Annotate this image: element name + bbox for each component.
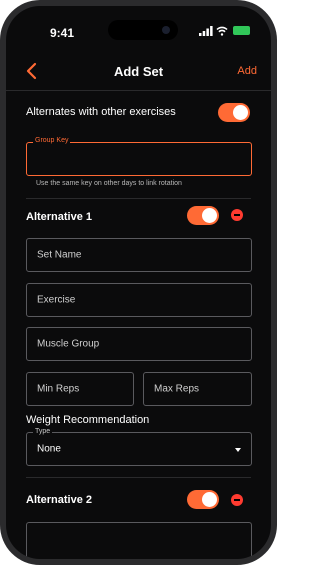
muscle-group-input[interactable]: Muscle Group bbox=[26, 327, 252, 361]
alternates-toggle[interactable] bbox=[218, 103, 250, 122]
battery-icon bbox=[233, 26, 250, 35]
toggle-knob bbox=[233, 105, 248, 120]
status-bar: 9:41 bbox=[6, 6, 271, 46]
camera-icon bbox=[162, 26, 170, 34]
max-reps-input[interactable]: Max Reps bbox=[143, 372, 252, 406]
section-divider bbox=[26, 477, 251, 478]
remove-alternative-2-icon[interactable] bbox=[231, 494, 243, 506]
toggle-knob bbox=[202, 492, 217, 507]
phone-frame: 9:41 Add Set Add Alternates with other e… bbox=[0, 0, 277, 565]
alternative-1-title: Alternative 1 bbox=[26, 211, 93, 223]
remove-alternative-1-icon[interactable] bbox=[231, 209, 243, 221]
alternates-label: Alternates with other exercises bbox=[26, 106, 176, 118]
section-divider bbox=[26, 198, 251, 199]
group-key-legend: Group Key bbox=[33, 137, 71, 144]
toggle-knob bbox=[202, 208, 217, 223]
exercise-placeholder: Exercise bbox=[37, 294, 76, 306]
exercise-input[interactable]: Exercise bbox=[26, 283, 252, 317]
navigation-bar: Add Set Add bbox=[6, 58, 271, 88]
max-reps-placeholder: Max Reps bbox=[154, 383, 200, 395]
set-name-placeholder: Set Name bbox=[37, 249, 82, 261]
page-title: Add Set bbox=[113, 64, 164, 79]
alternative-2-toggle[interactable] bbox=[187, 490, 219, 509]
type-legend: Type bbox=[33, 428, 53, 435]
set-name-input[interactable]: Set Name bbox=[26, 238, 252, 272]
weight-type-select[interactable]: None bbox=[26, 432, 252, 466]
add-button[interactable]: Add bbox=[237, 65, 257, 77]
muscle-group-placeholder: Muscle Group bbox=[37, 338, 100, 350]
status-time: 9:41 bbox=[50, 26, 75, 40]
nav-divider bbox=[6, 90, 271, 91]
alternative-2-title: Alternative 2 bbox=[26, 494, 93, 506]
app-screen: 9:41 Add Set Add Alternates with other e… bbox=[6, 6, 271, 559]
dynamic-island bbox=[108, 20, 178, 40]
min-reps-input[interactable]: Min Reps bbox=[26, 372, 134, 406]
wifi-icon bbox=[216, 26, 228, 36]
weight-type-value: None bbox=[37, 443, 61, 455]
group-key-field[interactable] bbox=[26, 142, 252, 176]
cellular-signal-icon bbox=[199, 26, 213, 36]
weight-recommendation-label: Weight Recommendation bbox=[26, 414, 150, 426]
alternative-2-set-name-input[interactable] bbox=[26, 522, 252, 559]
alternative-1-toggle[interactable] bbox=[187, 206, 219, 225]
min-reps-placeholder: Min Reps bbox=[37, 383, 80, 395]
dropdown-caret-icon bbox=[235, 448, 241, 452]
group-key-helper: Use the same key on other days to link r… bbox=[36, 180, 182, 187]
